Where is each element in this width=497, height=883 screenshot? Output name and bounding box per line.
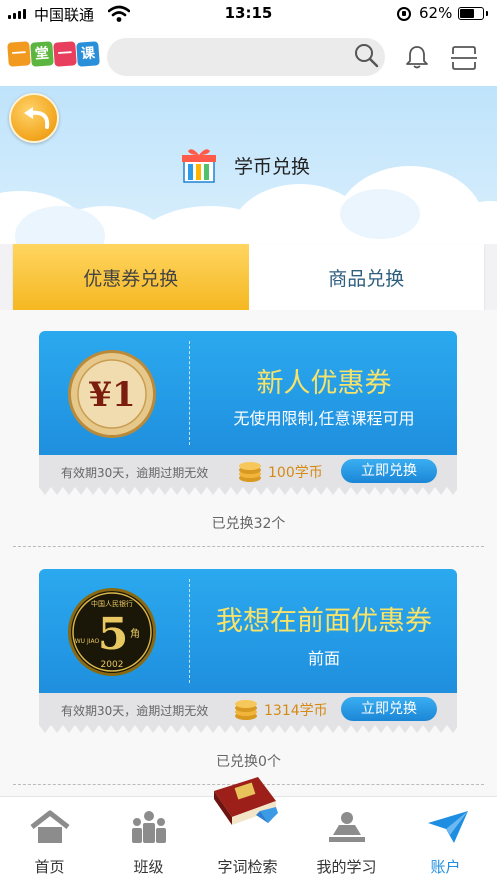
coin-value: ¥1 <box>88 375 135 415</box>
coupon-validity: 有效期30天，逾期过期无效 <box>61 466 209 480</box>
coin-value: 5 <box>98 609 129 660</box>
bottom-nav: 首页 班级 字词检索 我的学习 账户 <box>0 777 497 883</box>
nav-account[interactable]: 账户 <box>396 797 495 883</box>
battery-icon <box>458 7 488 20</box>
search-input[interactable] <box>121 46 341 68</box>
back-button[interactable] <box>9 93 59 143</box>
logo-character: 一 <box>7 41 31 67</box>
coupon-card: 5 角 2002 中国人民银行 WU JIAO 我想在前面优惠券 前面 有效期3… <box>39 569 457 737</box>
nav-class[interactable]: 班级 <box>99 797 198 883</box>
coupon-validity: 有效期30天，逾期过期无效 <box>61 704 209 718</box>
home-icon <box>30 810 70 843</box>
redeem-button[interactable]: 立即兑换 <box>341 459 437 483</box>
coupon-description: 前面 <box>307 649 340 668</box>
study-icon <box>329 812 365 842</box>
divider <box>13 546 484 547</box>
nav-dictionary[interactable]: 字词检索 <box>198 777 297 883</box>
coupon-zigzag-edge <box>39 487 457 495</box>
coupon-price: 100学币 <box>268 465 323 481</box>
one-yuan-coin-icon: ¥1 <box>68 350 156 438</box>
nav-my-study[interactable]: 我的学习 <box>297 797 396 883</box>
coupon-description: 无使用限制,任意课程可用 <box>233 409 415 428</box>
search-icon[interactable] <box>353 42 379 68</box>
gift-icon <box>182 149 216 183</box>
app-logo[interactable]: 一堂一课 <box>7 41 100 67</box>
tab-bar: 优惠券兑换 商品兑换 <box>13 244 484 310</box>
dictionary-book-icon <box>214 777 278 825</box>
coupon-name: 我想在前面优惠券 <box>216 606 432 637</box>
tab-goods-exchange[interactable]: 商品兑换 <box>249 244 485 310</box>
redeemed-count: 已兑换32个 <box>211 516 286 532</box>
nav-label: 我的学习 <box>316 858 377 876</box>
coupon-divider <box>189 341 190 445</box>
account-icon <box>428 811 468 843</box>
coin-stack-icon <box>235 700 257 720</box>
logo-character: 堂 <box>30 41 54 67</box>
scan-icon[interactable] <box>451 45 477 71</box>
coupon-name: 新人优惠券 <box>256 368 392 399</box>
page-title: 学币兑换 <box>234 155 311 178</box>
back-arrow-icon <box>24 107 50 129</box>
class-icon <box>132 811 166 843</box>
logo-character: 课 <box>76 41 100 67</box>
battery-percent: 62% <box>419 4 453 22</box>
redeem-button[interactable]: 立即兑换 <box>341 697 437 721</box>
orientation-lock-icon <box>397 7 411 21</box>
coupon-zigzag-edge <box>39 725 457 733</box>
top-bar: 一堂一课 <box>0 28 497 86</box>
nav-label: 班级 <box>133 858 164 876</box>
nav-label: 首页 <box>34 858 65 876</box>
coin-inscription: 中国人民银行 <box>91 599 133 608</box>
status-bar: 中国联通 13:15 62% <box>0 0 497 28</box>
coin-pinyin: WU JIAO <box>75 638 100 645</box>
coupon-price: 1314学币 <box>264 703 328 719</box>
coupon-divider <box>189 579 190 683</box>
redeemed-count: 已兑换0个 <box>216 754 281 770</box>
banner-title-group: 学币兑换 <box>180 146 310 184</box>
tab-coupon-exchange[interactable]: 优惠券兑换 <box>13 244 249 310</box>
nav-label: 字词检索 <box>217 858 278 876</box>
five-jiao-coin-icon: 5 角 2002 中国人民银行 WU JIAO <box>68 588 156 676</box>
bell-icon[interactable] <box>404 44 430 70</box>
search-bar[interactable] <box>107 38 385 76</box>
coin-stack-icon <box>239 462 261 482</box>
nav-label: 账户 <box>430 858 461 876</box>
nav-home[interactable]: 首页 <box>0 797 99 883</box>
coupon-card: ¥1 新人优惠券 无使用限制,任意课程可用 有效期30天，逾期过期无效 100学… <box>39 331 457 499</box>
coin-year: 2002 <box>101 660 124 670</box>
banner: 学币兑换 <box>0 86 497 244</box>
coin-unit: 角 <box>130 628 140 640</box>
logo-character: 一 <box>53 41 77 67</box>
